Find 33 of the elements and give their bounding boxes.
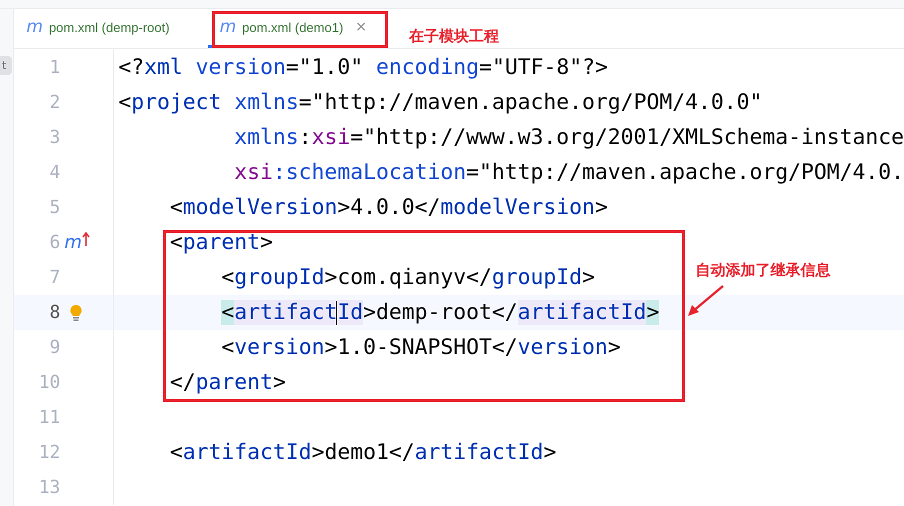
line-number: 2 <box>48 92 60 113</box>
code-line: xsi:schemaLocation="http://maven.apache.org/POM/4.0. <box>233 160 904 185</box>
line-number: 6 <box>48 232 60 253</box>
line-number: 9 <box>48 337 60 358</box>
lightbulb-icon[interactable] <box>69 304 84 322</box>
maven-icon: m <box>26 17 43 37</box>
code-line: <version>1.0-SNAPSHOT</version> <box>220 335 621 360</box>
line-number: 8 <box>48 302 60 323</box>
close-icon[interactable]: × <box>355 19 368 35</box>
line-number: 13 <box>38 477 60 498</box>
code-line: <project xmlns="http://maven.apache.org/POM/4.0.0" <box>117 90 762 115</box>
line-number: 5 <box>48 197 60 218</box>
side-panel-button[interactable]: t <box>0 56 12 75</box>
line-number: 3 <box>48 127 60 148</box>
annotation-text: 在子模块工程 <box>409 27 500 47</box>
line-number: 7 <box>48 267 60 288</box>
line-number: 10 <box>38 372 60 393</box>
editor-tab[interactable]: m pom.xml (demo1) × <box>208 9 382 48</box>
code-line: xmlns:xsi="http://www.w3.org/2001/XMLSchema-instance <box>233 125 904 150</box>
annotation-arrow <box>686 284 726 318</box>
code-line: <artifactId>demo1</artifactId> <box>168 440 556 465</box>
line-number: 12 <box>38 442 60 463</box>
maven-icon: m <box>220 17 236 37</box>
code-line: <?xml version="1.0" encoding="UTF-8"?> <box>117 55 608 80</box>
code-line: <groupId>com.qianyv</groupId> <box>220 265 595 290</box>
code-line: <modelVersion>4.0.0</modelVersion> <box>168 195 608 220</box>
line-number: 4 <box>48 162 60 183</box>
line-number: 11 <box>38 407 60 428</box>
editor-tab[interactable]: m pom.xml (demp-root) <box>14 9 184 48</box>
code-line: </parent> <box>168 370 286 395</box>
line-number: 1 <box>48 57 60 78</box>
annotation-text: 自动添加了继承信息 <box>695 261 830 280</box>
code-line: <parent> <box>168 230 273 255</box>
